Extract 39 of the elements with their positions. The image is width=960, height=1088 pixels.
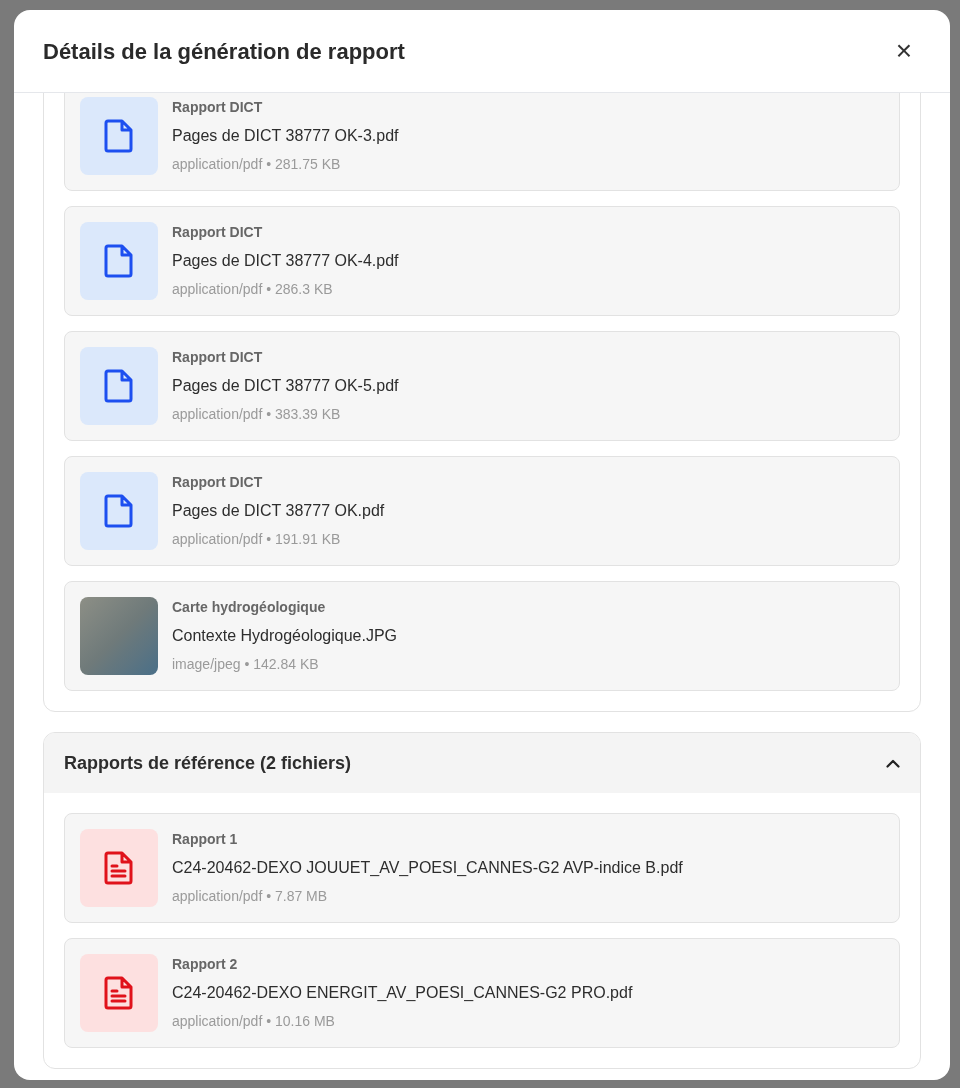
document-text-icon xyxy=(103,850,135,886)
file-card[interactable]: Rapport DICT Pages de DICT 38777 OK-5.pdf application/pdf • 383.39 KB xyxy=(64,331,900,441)
file-card[interactable]: Rapport DICT Pages de DICT 38777 OK-4.pdf application/pdf • 286.3 KB xyxy=(64,206,900,316)
file-card[interactable]: Carte hydrogéologique Contexte Hydrogéologique.JPG image/jpeg • 142.84 KB xyxy=(64,581,900,691)
chevron-up-icon xyxy=(886,758,900,768)
file-icon xyxy=(103,368,135,404)
file-meta: application/pdf • 281.75 KB xyxy=(172,155,342,174)
section-header[interactable]: Rapports de référence (2 fichiers) xyxy=(44,733,920,793)
file-category: Carte hydrogéologique xyxy=(172,598,327,617)
file-meta: application/pdf • 10.16 MB xyxy=(172,1012,336,1031)
file-card[interactable]: Rapport 1 C24-20462-DEXO JOUUET_AV_POESI_CANNES-G2 AVP-indice B.pdf application/pdf • 7.87 MB xyxy=(64,813,900,923)
document-text-icon xyxy=(103,975,135,1011)
file-category: Rapport DICT xyxy=(172,348,264,367)
file-category: Rapport DICT xyxy=(172,223,264,242)
file-icon xyxy=(103,243,135,279)
file-name: Pages de DICT 38777 OK-3.pdf xyxy=(172,126,399,146)
file-category: Rapport DICT xyxy=(172,473,264,492)
close-button[interactable]: × xyxy=(888,35,920,67)
file-meta: application/pdf • 7.87 MB xyxy=(172,887,329,906)
file-category: Rapport 2 xyxy=(172,955,239,974)
section-title: Rapports de référence (2 fichiers) xyxy=(64,751,352,775)
file-icon xyxy=(103,118,135,154)
file-icon xyxy=(103,493,135,529)
file-meta: application/pdf • 191.91 KB xyxy=(172,530,342,549)
file-category: Rapport DICT xyxy=(172,98,264,117)
file-category: Rapport 1 xyxy=(172,830,239,849)
file-card[interactable]: Rapport 2 C24-20462-DEXO ENERGIT_AV_POESI_CANNES-G2 PRO.pdf application/pdf • 10.16 MB xyxy=(64,938,900,1048)
file-name: C24-20462-DEXO ENERGIT_AV_POESI_CANNES-G2 PRO.pdf xyxy=(172,983,633,1003)
file-card[interactable]: Rapport DICT Pages de DICT 38777 OK-3.pdf application/pdf • 281.75 KB xyxy=(64,93,900,191)
modal-title: Détails de la génération de rapport xyxy=(43,37,405,66)
file-name: Pages de DICT 38777 OK-5.pdf xyxy=(172,376,399,396)
file-card[interactable]: Rapport DICT Pages de DICT 38777 OK.pdf application/pdf • 191.91 KB xyxy=(64,456,900,566)
file-name: Contexte Hydrogéologique.JPG xyxy=(172,626,398,646)
file-meta: application/pdf • 286.3 KB xyxy=(172,280,334,299)
file-meta: image/jpeg • 142.84 KB xyxy=(172,655,320,674)
file-name: Pages de DICT 38777 OK-4.pdf xyxy=(172,251,399,271)
file-name: C24-20462-DEXO JOUUET_AV_POESI_CANNES-G2 AVP-indice B.pdf xyxy=(172,858,683,878)
file-name: Pages de DICT 38777 OK.pdf xyxy=(172,501,385,521)
file-meta: application/pdf • 383.39 KB xyxy=(172,405,342,424)
